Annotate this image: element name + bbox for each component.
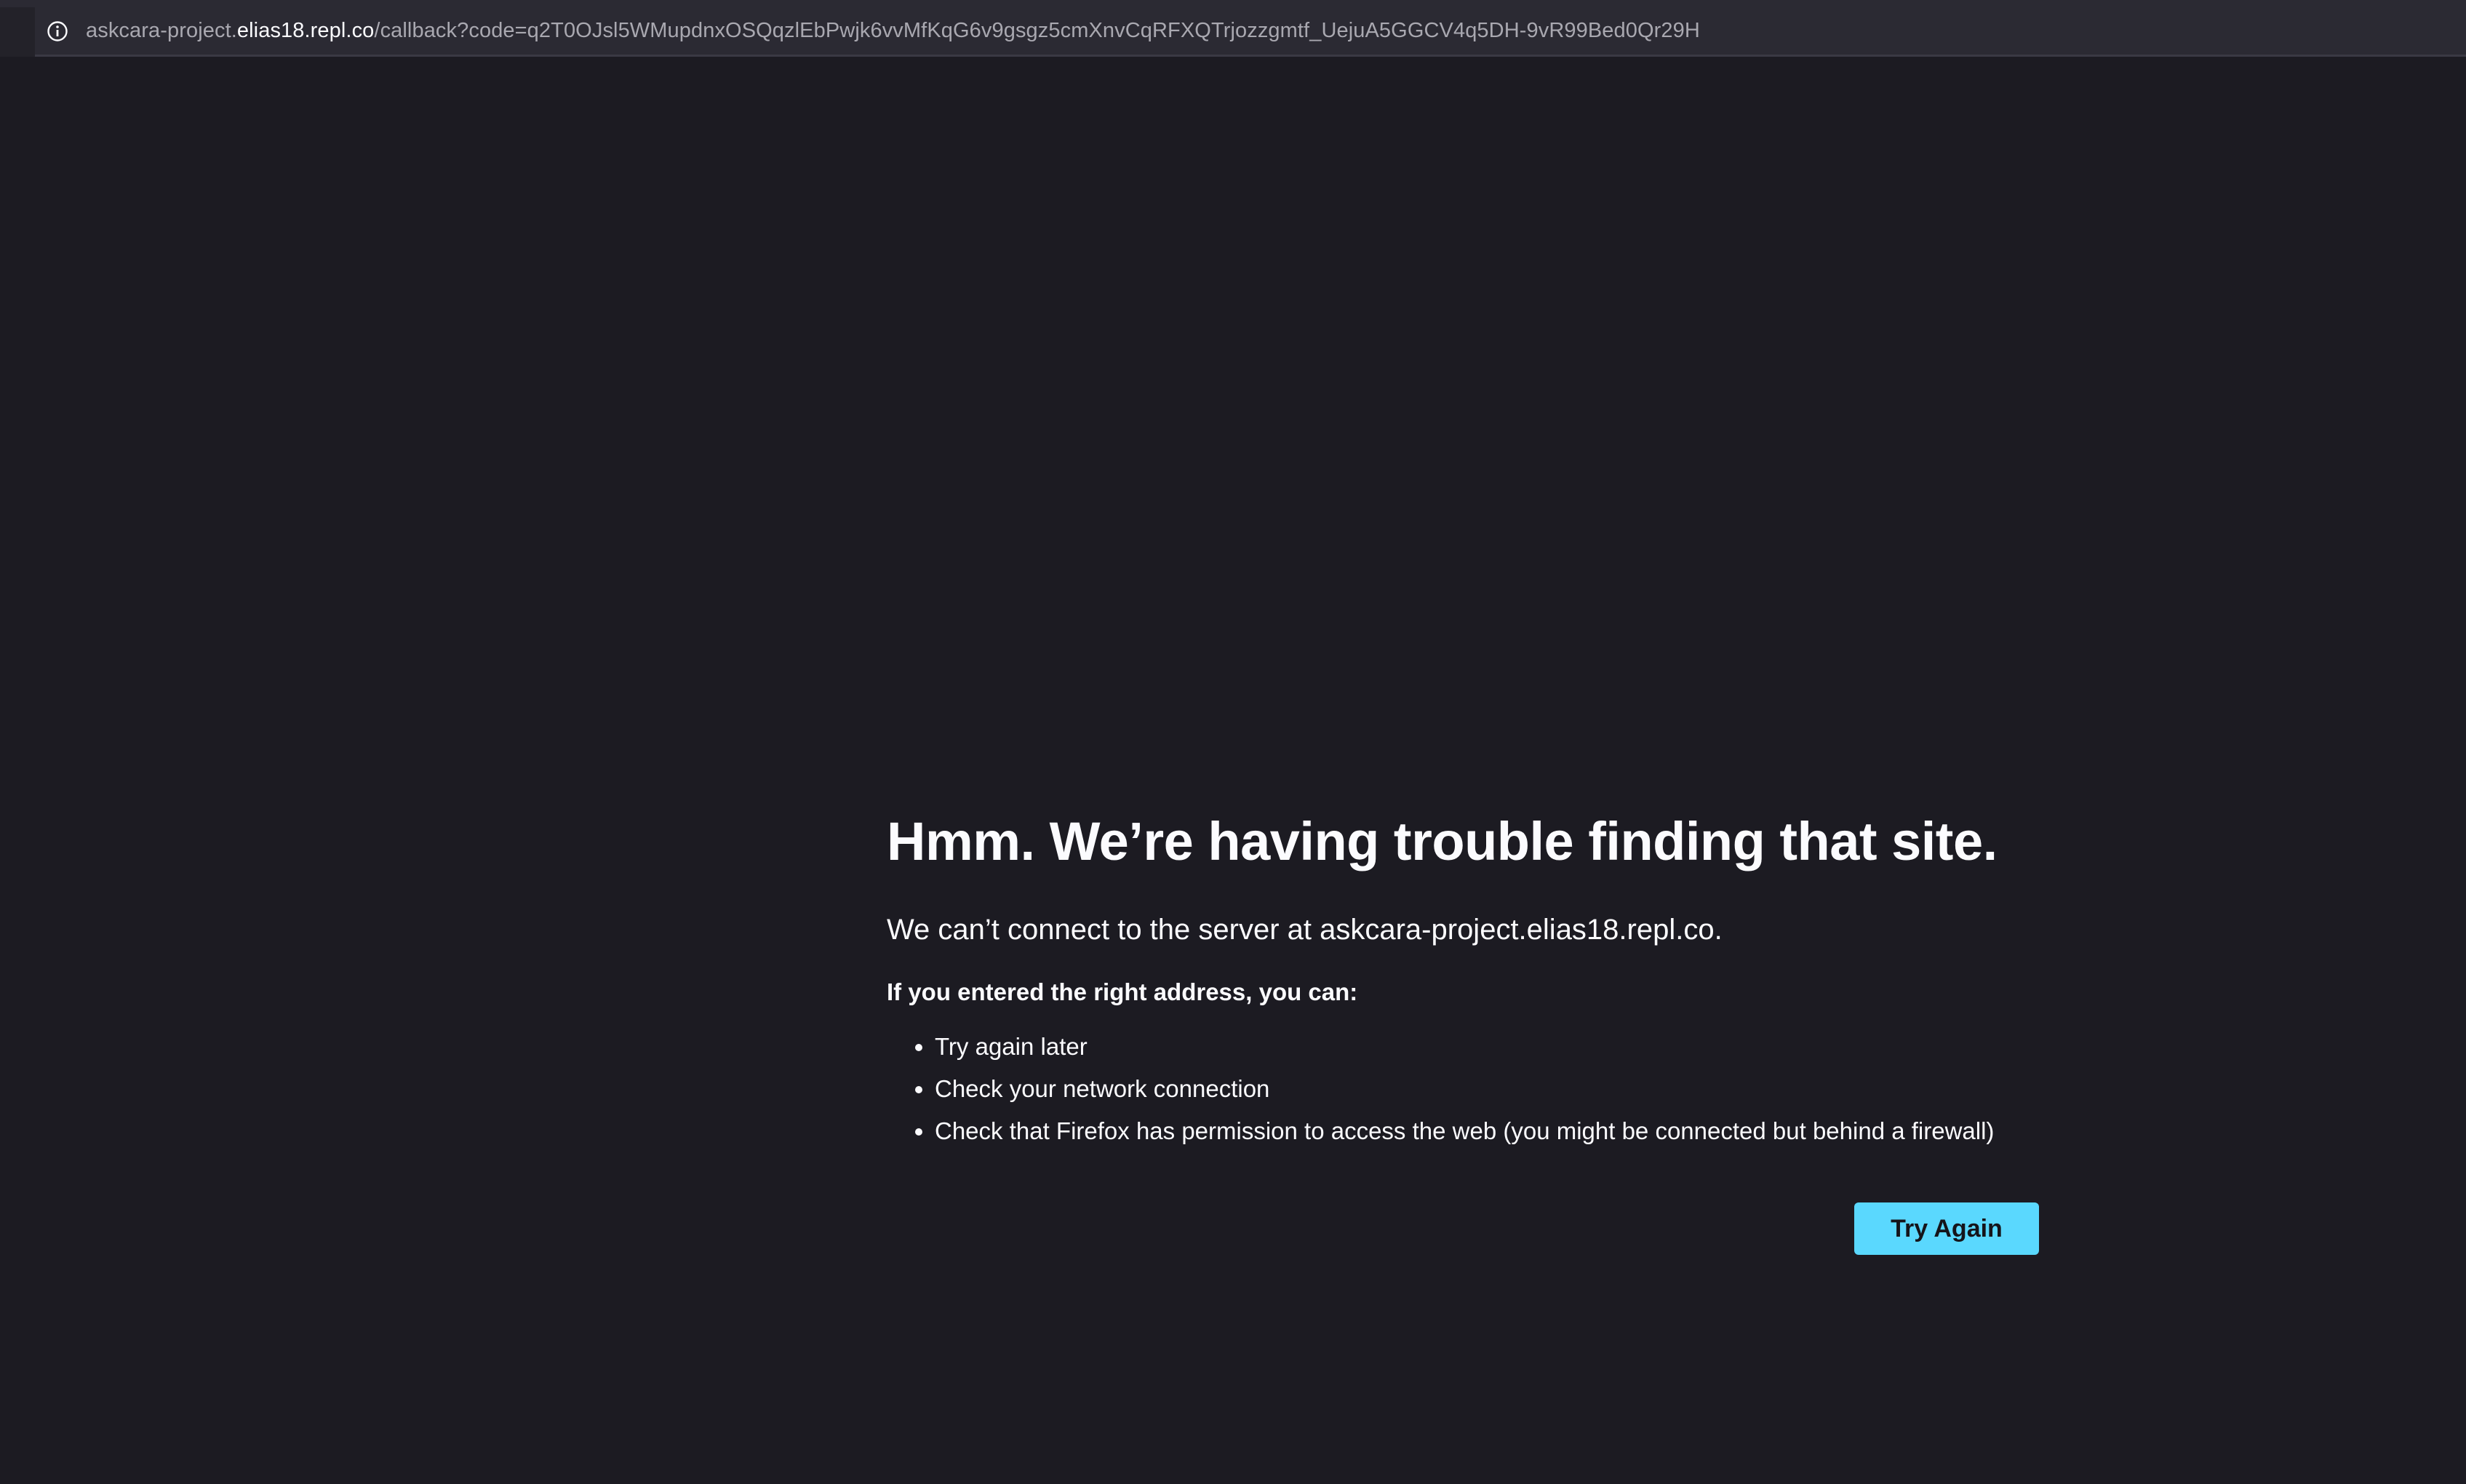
suggestion-item-check-network: Check your network connection <box>935 1068 2051 1110</box>
info-circle-icon[interactable] <box>45 19 70 44</box>
suggestion-item-check-firefox-permission: Check that Firefox has permission to acc… <box>935 1110 2051 1152</box>
suggestions-heading: If you entered the right address, you ca… <box>887 978 1358 1005</box>
error-page-content: Hmm. We’re having trouble finding that s… <box>887 809 2051 1152</box>
error-description: We can’t connect to the server at askcar… <box>887 914 1723 946</box>
url-host: elias18.repl.co <box>236 19 375 42</box>
suggestion-item-try-again-later: Try again later <box>935 1026 2051 1068</box>
button-row: Try Again <box>1854 1202 2039 1255</box>
url-text[interactable]: askcara-project.elias18.repl.co/callback… <box>86 19 1700 43</box>
browser-top-strip <box>0 0 2466 7</box>
urlbar-left-gutter <box>0 7 35 57</box>
url-path: /callback?code=q2T0OJsl5WMupdnxOSQqzlEbP… <box>374 19 1700 42</box>
url-prefix: askcara-project. <box>86 19 237 42</box>
try-again-button[interactable]: Try Again <box>1854 1202 2039 1255</box>
error-title: Hmm. We’re having trouble finding that s… <box>887 811 1998 871</box>
suggestions-list: Try again later Check your network conne… <box>887 1026 2051 1152</box>
address-bar[interactable]: askcara-project.elias18.repl.co/callback… <box>35 7 2466 57</box>
